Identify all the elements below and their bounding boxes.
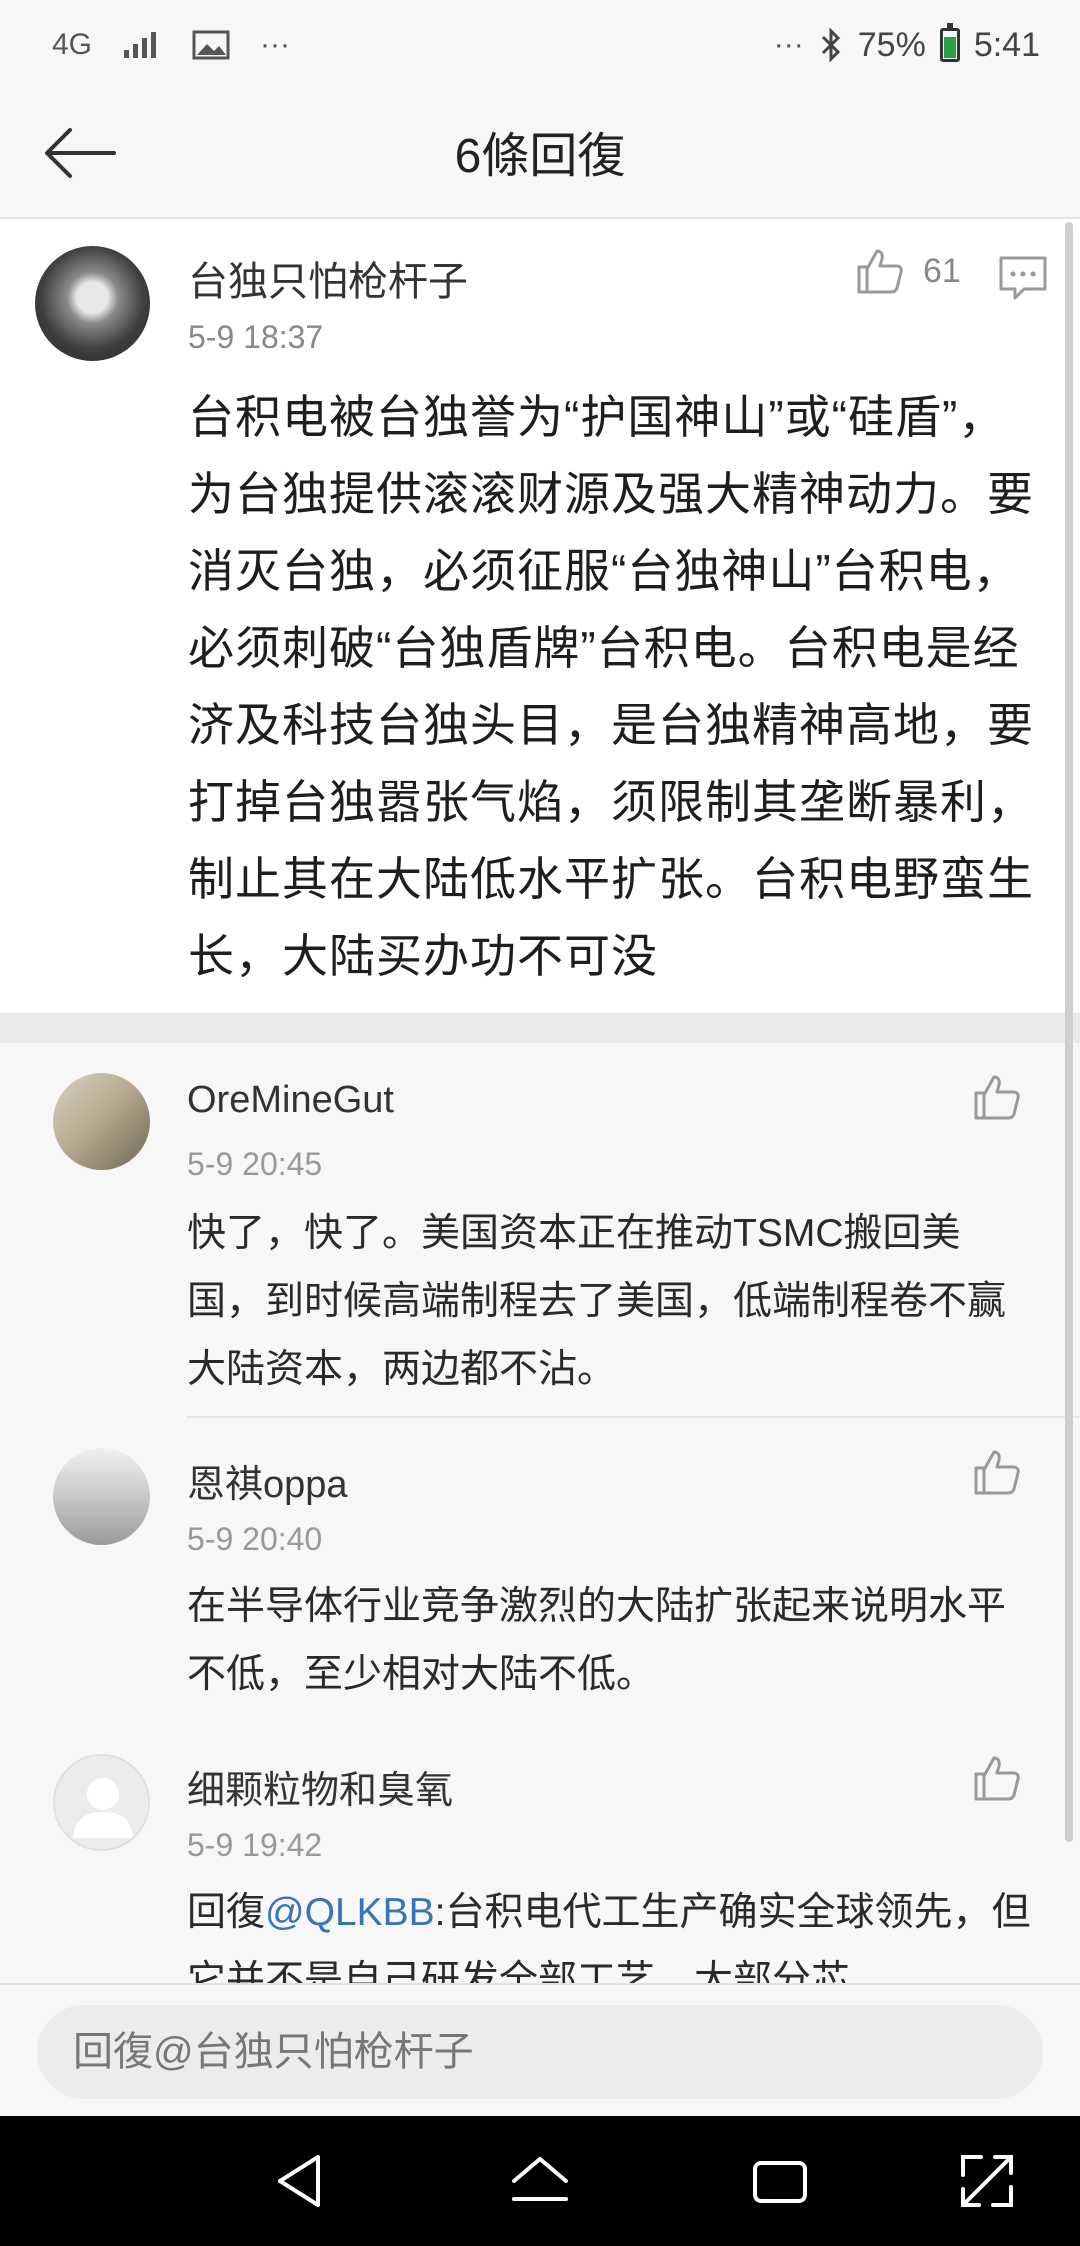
comment-button[interactable] bbox=[998, 255, 1048, 301]
like-button[interactable] bbox=[972, 1754, 1022, 1804]
reply-input[interactable]: 回復@台独只怕枪杆子 bbox=[37, 2005, 1043, 2099]
reply-item: 恩祺oppa 5-9 20:40 在半导体行业竞争激烈的大陆扩张起来说明水平不低… bbox=[0, 1418, 1080, 1724]
recents-icon bbox=[753, 2161, 807, 2203]
reply-item: OreMineGut 5-9 20:45 快了，快了。美国资本正在推动TSMC搬… bbox=[0, 1043, 1080, 1418]
thumbs-up-icon bbox=[857, 249, 903, 294]
nav-expand-button[interactable] bbox=[955, 2149, 1019, 2213]
avatar[interactable] bbox=[53, 1448, 150, 1545]
battery-percent: 75% bbox=[857, 25, 926, 64]
reply-list: OreMineGut 5-9 20:45 快了，快了。美国资本正在推动TSMC搬… bbox=[0, 1043, 1080, 1983]
image-icon bbox=[192, 22, 230, 68]
username[interactable]: 恩祺oppa bbox=[187, 1453, 348, 1508]
timestamp: 5-9 19:42 bbox=[187, 1827, 323, 1863]
comment-text: 台积电被台独誉为“护国神山”或“硅盾”，为台独提供滚滚财源及强大精神动力。要消灭… bbox=[188, 391, 1034, 982]
system-nav-bar bbox=[0, 2116, 1080, 2246]
default-avatar-icon bbox=[73, 1778, 133, 1838]
avatar[interactable] bbox=[35, 246, 150, 361]
expand-icon bbox=[961, 2155, 1013, 2207]
like-count: 61 bbox=[923, 251, 961, 290]
reply-prefix: 回復 bbox=[187, 1891, 266, 1934]
username[interactable]: OreMineGut bbox=[187, 1079, 394, 1122]
network-type-icon: 4G bbox=[52, 28, 93, 61]
section-divider bbox=[0, 1013, 1080, 1043]
page-title: 6條回復 bbox=[454, 130, 626, 183]
mention-link[interactable]: @QLKBB bbox=[265, 1891, 435, 1934]
like-button[interactable]: 61 bbox=[855, 247, 961, 295]
reply-text: 快了，快了。美国资本正在推动TSMC搬回美国，到时候高端制程去了美国，低端制程卷… bbox=[187, 1212, 1007, 1391]
reply-item: 细颗粒物和臭氧 5-9 19:42 回復@QLKBB:台积电代工生产确实全球领先… bbox=[0, 1724, 1080, 1983]
nav-home-button[interactable] bbox=[508, 2149, 572, 2213]
status-bar: 4G ··· ··· 75% 5:41 bbox=[0, 0, 1080, 90]
more-icon: ··· bbox=[773, 28, 804, 61]
thumbs-up-icon bbox=[974, 1075, 1020, 1120]
nav-recents-button[interactable] bbox=[748, 2149, 812, 2213]
comment-icon bbox=[999, 256, 1047, 300]
like-button[interactable] bbox=[972, 1073, 1022, 1123]
username[interactable]: 细颗粒物和臭氧 bbox=[187, 1759, 453, 1814]
clock: 5:41 bbox=[973, 25, 1040, 64]
bluetooth-icon bbox=[818, 22, 844, 68]
reply-text: 回復@QLKBB:台积电代工生产确实全球领先，但它并不是自己研发全部工艺，大部分… bbox=[187, 1879, 1037, 1983]
battery-icon bbox=[939, 23, 960, 62]
scrollbar[interactable] bbox=[1065, 222, 1073, 1842]
more-icon: ··· bbox=[260, 28, 291, 61]
reply-input-bar: 回復@台独只怕枪杆子 bbox=[0, 1983, 1080, 2118]
home-icon bbox=[512, 2157, 568, 2201]
timestamp: 5-9 20:45 bbox=[187, 1146, 323, 1182]
header: 6條回復 bbox=[0, 90, 1080, 219]
thumbs-up-icon bbox=[974, 1450, 1020, 1495]
nav-back-button[interactable] bbox=[268, 2149, 332, 2213]
reply-text: 在半导体行业竞争激烈的大陆扩张起来说明水平不低，至少相对大陆不低。 bbox=[187, 1585, 1007, 1696]
username[interactable]: 台独只怕枪杆子 bbox=[188, 249, 468, 307]
triangle-back-icon bbox=[278, 2155, 320, 2207]
timestamp: 5-9 18:37 bbox=[188, 319, 324, 355]
avatar[interactable] bbox=[53, 1073, 150, 1170]
timestamp: 5-9 20:40 bbox=[187, 1521, 323, 1557]
signal-icon bbox=[122, 22, 162, 68]
main-comment: 台独只怕枪杆子 5-9 18:37 61 台积电被台独誉为“护国神山”或“硅盾”… bbox=[0, 219, 1080, 1013]
avatar[interactable] bbox=[53, 1754, 150, 1851]
thumbs-up-icon bbox=[974, 1756, 1020, 1801]
like-button[interactable] bbox=[972, 1448, 1022, 1498]
